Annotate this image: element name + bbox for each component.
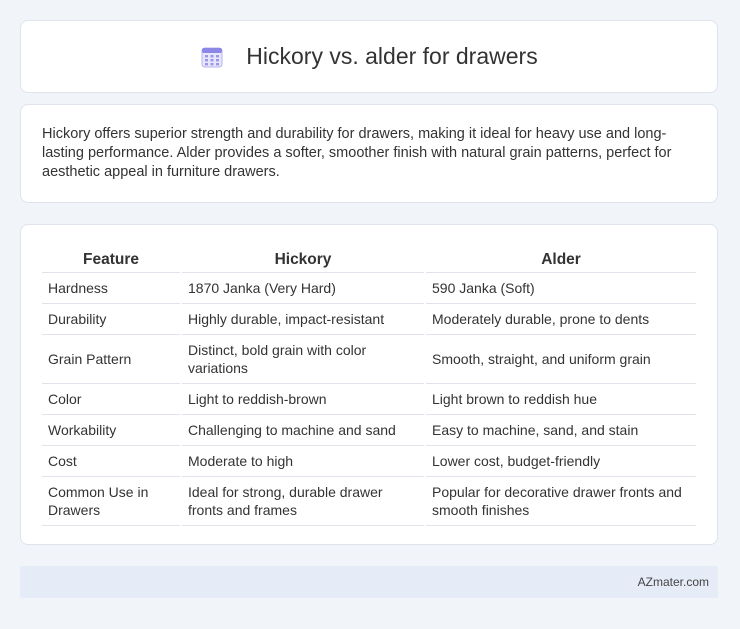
table-row: Color Light to reddish-brown Light brown…: [42, 384, 696, 415]
hickory-cell: Moderate to high: [182, 446, 424, 477]
alder-cell: Moderately durable, prone to dents: [426, 304, 696, 335]
header-feature: Feature: [42, 247, 180, 273]
header-hickory: Hickory: [182, 247, 424, 273]
calendar-icon: [200, 45, 224, 69]
table-header-row: Feature Hickory Alder: [42, 247, 696, 273]
feature-cell: Cost: [42, 446, 180, 477]
title-card: Hickory vs. alder for drawers: [20, 20, 718, 93]
page-title: Hickory vs. alder for drawers: [246, 43, 538, 69]
comparison-table-card: Feature Hickory Alder Hardness 1870 Jank…: [20, 224, 718, 545]
hickory-cell: Light to reddish-brown: [182, 384, 424, 415]
alder-cell: Easy to machine, sand, and stain: [426, 415, 696, 446]
table-row: Workability Challenging to machine and s…: [42, 415, 696, 446]
alder-cell: Popular for decorative drawer fronts and…: [426, 477, 696, 526]
footer-bar: AZmater.com: [20, 566, 718, 598]
feature-cell: Grain Pattern: [42, 335, 180, 384]
feature-cell: Common Use in Drawers: [42, 477, 180, 526]
hickory-cell: Ideal for strong, durable drawer fronts …: [182, 477, 424, 526]
comparison-table: Feature Hickory Alder Hardness 1870 Jank…: [40, 247, 698, 526]
alder-cell: Light brown to reddish hue: [426, 384, 696, 415]
feature-cell: Workability: [42, 415, 180, 446]
alder-cell: 590 Janka (Soft): [426, 273, 696, 304]
hickory-cell: Distinct, bold grain with color variatio…: [182, 335, 424, 384]
feature-cell: Hardness: [42, 273, 180, 304]
hickory-cell: Challenging to machine and sand: [182, 415, 424, 446]
summary-text: Hickory offers superior strength and dur…: [42, 126, 672, 180]
header-alder: Alder: [426, 247, 696, 273]
table-row: Grain Pattern Distinct, bold grain with …: [42, 335, 696, 384]
table-row: Cost Moderate to high Lower cost, budget…: [42, 446, 696, 477]
summary-card: Hickory offers superior strength and dur…: [20, 104, 718, 203]
footer-site-link[interactable]: AZmater.com: [638, 575, 709, 589]
feature-cell: Color: [42, 384, 180, 415]
table-row: Common Use in Drawers Ideal for strong, …: [42, 477, 696, 526]
table-row: Hardness 1870 Janka (Very Hard) 590 Jank…: [42, 273, 696, 304]
table-row: Durability Highly durable, impact-resist…: [42, 304, 696, 335]
alder-cell: Lower cost, budget-friendly: [426, 446, 696, 477]
hickory-cell: 1870 Janka (Very Hard): [182, 273, 424, 304]
feature-cell: Durability: [42, 304, 180, 335]
hickory-cell: Highly durable, impact-resistant: [182, 304, 424, 335]
alder-cell: Smooth, straight, and uniform grain: [426, 335, 696, 384]
